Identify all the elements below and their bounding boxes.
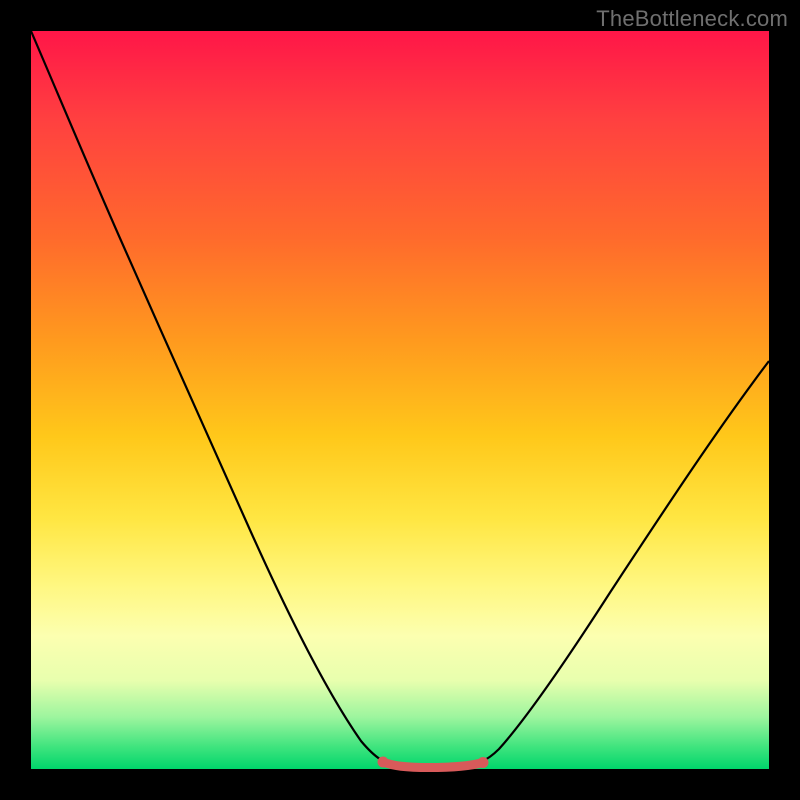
main-curve — [31, 31, 769, 767]
curve-layer — [31, 31, 769, 769]
bottom-highlight — [383, 762, 483, 768]
plot-area — [31, 31, 769, 769]
watermark-text: TheBottleneck.com — [596, 6, 788, 32]
chart-frame: TheBottleneck.com — [0, 0, 800, 800]
highlight-right-cap — [478, 757, 489, 768]
highlight-left-cap — [378, 757, 389, 768]
